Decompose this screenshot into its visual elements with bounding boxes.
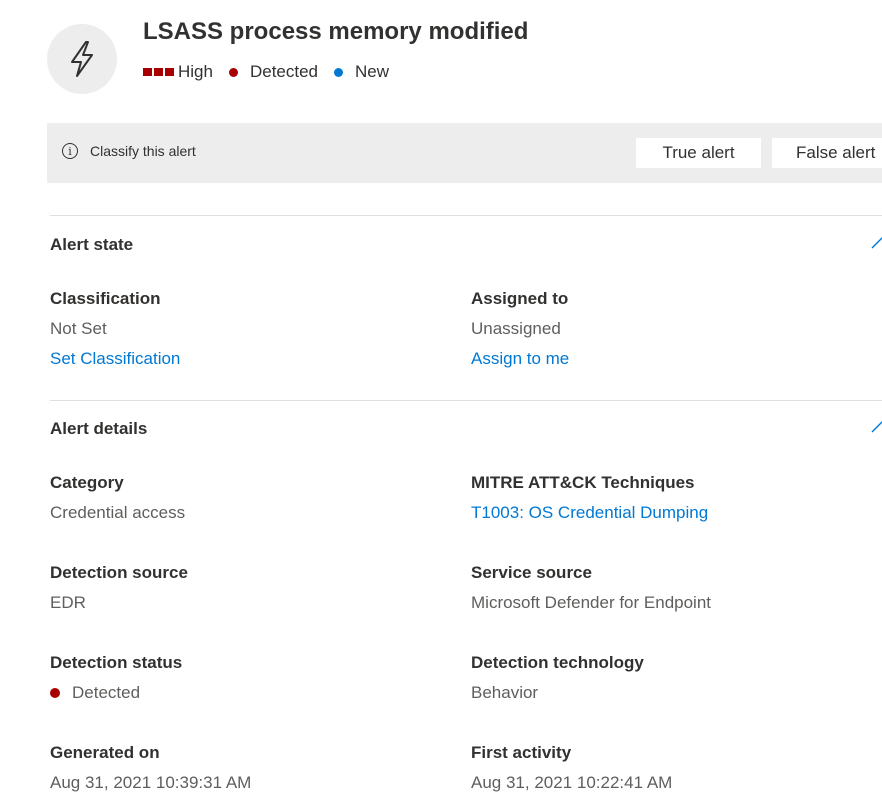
alert-icon-badge bbox=[47, 24, 117, 94]
detection-source-value: EDR bbox=[50, 593, 86, 612]
detection-status-badge: Detected bbox=[228, 62, 319, 82]
classification-value: Not Set bbox=[50, 319, 107, 338]
assigned-to-label: Assigned to bbox=[471, 289, 569, 308]
detection-status-field: Detected bbox=[50, 683, 140, 703]
detection-status-label: Detected bbox=[249, 62, 319, 81]
generated-on-label: Generated on bbox=[50, 743, 160, 762]
detection-status-field-label: Detection status bbox=[50, 653, 183, 672]
first-activity-label: First activity bbox=[471, 743, 572, 762]
classify-alert-prompt: i Classify this alert bbox=[62, 143, 196, 159]
detection-source-label: Detection source bbox=[50, 563, 188, 582]
alert-state-badge: New bbox=[334, 62, 389, 82]
severity-bars-icon bbox=[143, 68, 174, 76]
section-divider bbox=[50, 400, 882, 401]
generated-on-value: Aug 31, 2021 10:39:31 AM bbox=[50, 773, 252, 792]
new-dot-icon bbox=[334, 67, 344, 77]
severity-badge: High bbox=[143, 62, 213, 82]
mitre-technique-link[interactable]: T1003: OS Credential Dumping bbox=[471, 503, 708, 523]
assign-to-me-link[interactable]: Assign to me bbox=[471, 349, 569, 369]
false-alert-button[interactable]: False alert bbox=[772, 138, 882, 168]
edit-alert-state-icon[interactable] bbox=[868, 236, 882, 250]
lightning-bolt-icon bbox=[71, 41, 93, 77]
detected-dot-icon bbox=[50, 688, 60, 698]
mitre-techniques-label: MITRE ATT&CK Techniques bbox=[471, 473, 695, 492]
alert-title: LSASS process memory modified bbox=[143, 18, 529, 45]
classify-alert-label: Classify this alert bbox=[90, 143, 196, 159]
classification-label: Classification bbox=[50, 289, 161, 308]
severity-label: High bbox=[178, 62, 213, 81]
set-classification-link[interactable]: Set Classification bbox=[50, 349, 180, 369]
alert-status-row: High Detected New bbox=[143, 62, 389, 82]
detected-dot-icon bbox=[228, 67, 238, 77]
service-source-label: Service source bbox=[471, 563, 592, 582]
edit-alert-details-icon[interactable] bbox=[868, 420, 882, 434]
alert-state-heading: Alert state bbox=[50, 235, 134, 254]
detection-status-field-value: Detected bbox=[72, 683, 141, 702]
category-value: Credential access bbox=[50, 503, 186, 522]
detection-technology-value: Behavior bbox=[471, 683, 539, 702]
service-source-value: Microsoft Defender for Endpoint bbox=[471, 593, 712, 612]
true-alert-button[interactable]: True alert bbox=[636, 138, 761, 168]
info-icon: i bbox=[62, 143, 78, 159]
first-activity-value: Aug 31, 2021 10:22:41 AM bbox=[471, 773, 673, 792]
detection-technology-label: Detection technology bbox=[471, 653, 644, 672]
assigned-to-value: Unassigned bbox=[471, 319, 561, 338]
alert-state-label: New bbox=[355, 62, 390, 81]
section-divider bbox=[50, 215, 882, 216]
alert-details-heading: Alert details bbox=[50, 419, 148, 438]
category-label: Category bbox=[50, 473, 124, 492]
